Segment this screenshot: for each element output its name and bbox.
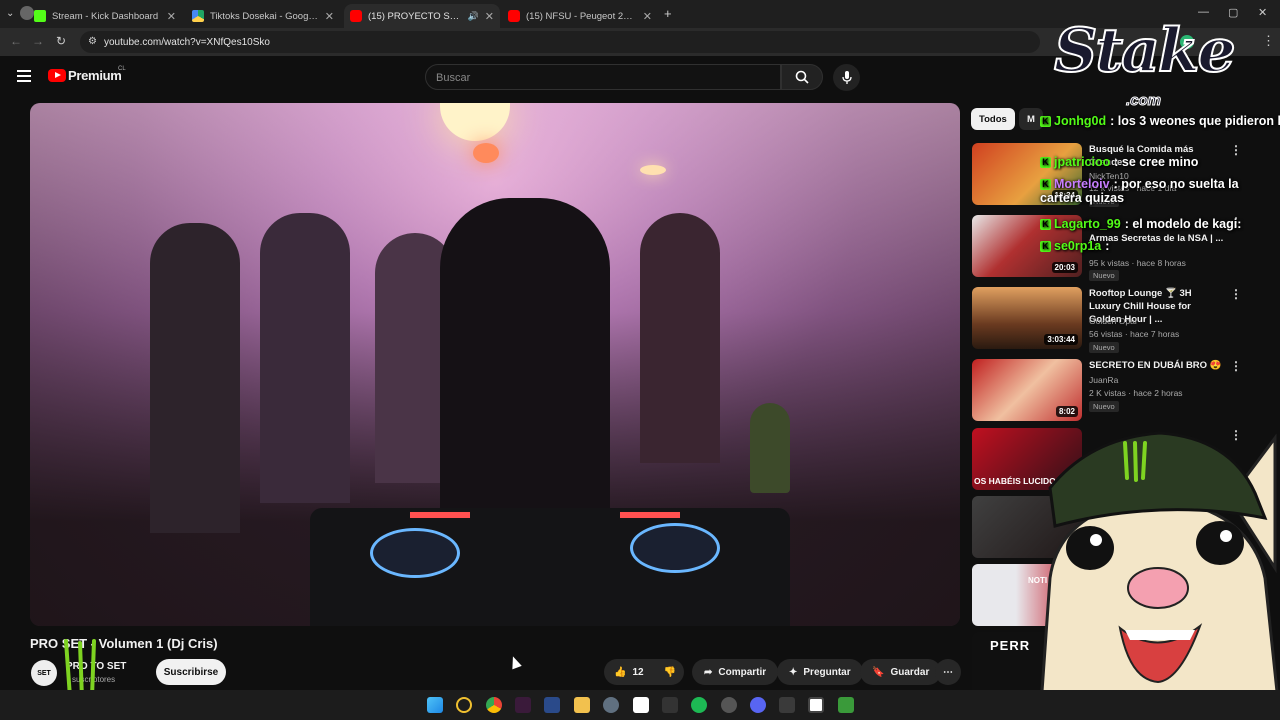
recommended-video-card[interactable]: 8:02 SECRETO EN DUBÁI BRO 😍 JuanRa 2 K v… <box>972 359 1272 421</box>
file-explorer-icon[interactable] <box>574 697 590 713</box>
minecraft-icon[interactable] <box>838 697 854 713</box>
subscribe-button[interactable]: Suscribirse <box>156 659 226 685</box>
site-info-icon[interactable]: ⚙ <box>88 36 97 47</box>
region-code: CL <box>118 66 126 72</box>
stake-sponsor-logo: Stake .com <box>1053 15 1237 110</box>
share-icon: ➦ <box>704 666 713 678</box>
video-thumbnail[interactable]: 8:02 <box>972 359 1082 421</box>
close-tab-icon[interactable]: ✕ <box>485 10 494 23</box>
discord-icon[interactable] <box>750 697 766 713</box>
ask-button[interactable]: ✦ Preguntar <box>777 659 863 685</box>
floor-lamp-light <box>640 165 666 175</box>
mouse-cursor-icon <box>508 654 522 670</box>
like-count[interactable]: 12 <box>632 667 643 678</box>
dj-person <box>440 198 610 528</box>
save-button[interactable]: 🔖 Guardar <box>860 659 942 685</box>
video-thumbnail[interactable]: 3:03:44 <box>972 287 1082 349</box>
kick-badge-icon: K <box>1040 116 1051 127</box>
microphone-icon <box>841 70 852 84</box>
voice-search-button[interactable] <box>833 64 860 91</box>
app-icon[interactable] <box>633 697 649 713</box>
sparkle-icon: ✦ <box>789 666 798 678</box>
youtube-favicon-icon <box>350 10 362 22</box>
app-icon[interactable] <box>779 697 795 713</box>
url-text: youtube.com/watch?v=XNfQes10Sko <box>104 36 270 48</box>
close-tab-icon[interactable]: ✕ <box>325 10 334 23</box>
youtube-logo-icon[interactable] <box>48 69 66 82</box>
kick-favicon-icon <box>34 10 46 22</box>
video-player[interactable] <box>30 103 960 626</box>
tab-google-drive[interactable]: Tiktoks Dosekai - Google Drive ✕ <box>186 4 340 28</box>
recommended-video-card[interactable]: 3:03:44 Rooftop Lounge 🍸 3H Luxury Chill… <box>972 287 1272 353</box>
channel-avatar[interactable]: SET <box>31 660 57 686</box>
hamburger-menu-icon[interactable] <box>17 70 31 82</box>
app-icon[interactable] <box>544 697 560 713</box>
back-arrow-icon[interactable]: ← <box>10 34 22 48</box>
chrome-icon[interactable] <box>486 697 502 713</box>
browser-menu-icon[interactable]: ⋮ <box>1262 33 1275 49</box>
search-app-icon[interactable] <box>456 697 472 713</box>
windows-taskbar <box>0 690 1280 720</box>
spotify-icon[interactable] <box>691 697 707 713</box>
reload-icon[interactable]: ↻ <box>56 34 66 48</box>
vegas-icon[interactable] <box>515 697 531 713</box>
left-jog-wheel <box>370 528 460 578</box>
dislike-icon[interactable]: 👎 <box>664 667 676 678</box>
kick-badge-icon: K <box>1040 179 1051 190</box>
forward-arrow-icon[interactable]: → <box>32 34 44 48</box>
youtube-favicon-icon <box>508 10 520 22</box>
chat-message: K Morteloiv: por eso no suelta la cartera… <box>1040 177 1239 205</box>
search-button[interactable] <box>781 64 823 90</box>
windows-start-icon[interactable] <box>427 697 443 713</box>
kick-badge-icon: K <box>1040 219 1051 230</box>
like-dislike-group: 👍 12 👎 <box>604 659 684 685</box>
person-left <box>150 223 240 533</box>
close-window-button[interactable]: ✕ <box>1258 6 1267 19</box>
more-actions-button[interactable]: ⋯ <box>935 659 961 685</box>
close-tab-icon[interactable]: ✕ <box>643 10 652 23</box>
youtube-premium-logo[interactable]: Premium <box>68 68 122 83</box>
more-options-icon[interactable]: ⋮ <box>1230 143 1242 157</box>
right-jog-wheel <box>630 523 720 573</box>
person-right <box>640 213 720 463</box>
audio-playing-icon[interactable]: 🔊 <box>468 11 479 22</box>
kick-studio-icon[interactable] <box>808 697 824 713</box>
search-icon <box>795 70 809 84</box>
steam-icon[interactable] <box>721 697 737 713</box>
dj-controller <box>310 508 790 626</box>
chat-message: Kse0rp1a: <box>1040 239 1109 253</box>
performance-pads <box>620 512 680 518</box>
chip-all[interactable]: Todos <box>971 108 1015 130</box>
cat-mascot-overlay <box>1030 418 1280 720</box>
plant <box>750 403 790 493</box>
chat-message: K Lagarto_99: el modelo de kagi: <box>1040 217 1241 231</box>
person <box>260 213 350 503</box>
share-button[interactable]: ➦ Compartir <box>692 659 779 685</box>
kick-badge-icon: K <box>1040 241 1051 252</box>
app-icon[interactable] <box>662 697 678 713</box>
tab-nfsu-peugeot[interactable]: (15) NFSU - Peugeot 206 Tuning ✕ <box>502 4 658 28</box>
kick-badge-icon: K <box>1040 157 1051 168</box>
tab-proyecto-set[interactable]: (15) PROYECTO SET - Volum 🔊 ✕ <box>344 4 500 28</box>
more-horizontal-icon: ⋯ <box>943 666 953 678</box>
app-icon[interactable] <box>603 697 619 713</box>
chat-message: Kjpatricioo: se cree mino <box>1040 155 1198 169</box>
address-bar[interactable]: ⚙ youtube.com/watch?v=XNfQes10Sko <box>80 31 1040 53</box>
performance-pads <box>410 512 470 518</box>
more-options-icon[interactable]: ⋮ <box>1230 359 1242 373</box>
new-tab-button[interactable]: + <box>664 6 672 21</box>
chat-message: KJonhg0d: los 3 weones que pidieron kpop <box>1040 114 1280 128</box>
more-options-icon[interactable]: ⋮ <box>1230 287 1242 301</box>
close-tab-icon[interactable]: ✕ <box>167 10 176 23</box>
google-drive-favicon-icon <box>192 10 204 22</box>
like-icon[interactable]: 👍 <box>614 667 626 678</box>
hanging-light <box>473 143 499 163</box>
bookmark-icon: 🔖 <box>872 666 885 678</box>
tab-search-icon[interactable]: ⌄ <box>6 8 14 19</box>
tab-kick-dashboard[interactable]: Stream - Kick Dashboard ✕ <box>28 4 182 28</box>
search-input[interactable]: Buscar <box>425 64 781 90</box>
